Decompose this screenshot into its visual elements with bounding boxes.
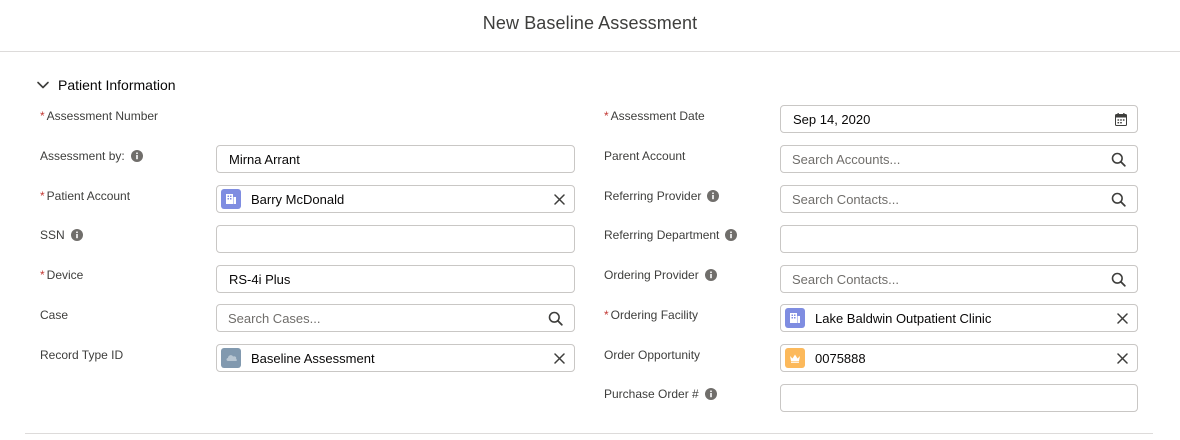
case-label: Case <box>40 308 68 322</box>
search-icon[interactable] <box>548 311 563 326</box>
referring-department-label: Referring Department <box>604 228 738 242</box>
info-icon[interactable] <box>130 150 143 162</box>
info-icon[interactable] <box>704 269 717 281</box>
parent-account-label-text: Parent Account <box>604 149 686 163</box>
crown-icon <box>785 348 805 368</box>
purchase-order-input[interactable] <box>780 384 1138 412</box>
referring-provider-search-input[interactable]: Search Contacts... <box>780 185 1138 213</box>
device-label-text: Device <box>46 268 84 282</box>
ordering-facility-label: * Ordering Facility <box>604 308 698 322</box>
assessment-date-label-text: Assessment Date <box>610 109 705 123</box>
assessment-number-label: * Assessment Number <box>40 109 158 123</box>
close-icon[interactable] <box>554 194 565 205</box>
close-icon[interactable] <box>554 353 565 364</box>
ordering-facility-value: Lake Baldwin Outpatient Clinic <box>815 310 992 326</box>
parent-account-placeholder: Search Accounts... <box>792 151 901 167</box>
section-title: Patient Information <box>58 77 176 93</box>
assessment-by-field[interactable]: Mirna Arrant <box>216 145 575 173</box>
order-opportunity-label-text: Order Opportunity <box>604 348 701 362</box>
assessment-date-value: Sep 14, 2020 <box>793 111 871 127</box>
section-divider <box>25 433 1153 434</box>
modal-title: New Baseline Assessment <box>482 13 698 33</box>
referring-department-input[interactable] <box>780 225 1138 253</box>
assessment-by-value: Mirna Arrant <box>229 151 300 167</box>
order-opportunity-lookup[interactable]: 0075888 <box>780 344 1138 372</box>
info-icon[interactable] <box>704 388 717 400</box>
patient-account-lookup[interactable]: Barry McDonald <box>216 185 575 213</box>
device-input[interactable]: RS-4i Plus <box>216 265 575 293</box>
parent-account-search-input[interactable]: Search Accounts... <box>780 145 1138 173</box>
ordering-facility-lookup[interactable]: Lake Baldwin Outpatient Clinic <box>780 304 1138 332</box>
ordering-provider-label-text: Ordering Provider <box>604 268 699 282</box>
patient-account-value: Barry McDonald <box>251 191 345 207</box>
order-opportunity-value: 0075888 <box>815 350 866 366</box>
required-marker: * <box>40 268 45 282</box>
info-icon[interactable] <box>707 190 720 202</box>
ssn-input[interactable] <box>216 225 575 253</box>
case-label-text: Case <box>40 308 69 322</box>
record-type-label: Record Type ID <box>40 348 123 362</box>
assessment-by-label: Assessment by: <box>40 149 143 163</box>
ordering-provider-label: Ordering Provider <box>604 268 717 282</box>
building-icon <box>221 189 241 209</box>
case-placeholder: Search Cases... <box>228 310 321 326</box>
assessment-number-label-text: Assessment Number <box>46 109 159 123</box>
close-icon[interactable] <box>1117 313 1128 324</box>
referring-provider-label: Referring Provider <box>604 189 720 203</box>
ssn-label-text: SSN <box>40 228 65 242</box>
modal-header: New Baseline Assessment <box>0 0 1180 52</box>
calendar-icon[interactable] <box>1115 113 1127 126</box>
ssn-label: SSN <box>40 228 83 242</box>
required-marker: * <box>604 308 609 322</box>
record-type-icon <box>221 348 241 368</box>
required-marker: * <box>40 109 45 123</box>
record-type-value: Baseline Assessment <box>251 350 375 366</box>
patient-account-label: * Patient Account <box>40 189 130 203</box>
order-opportunity-label: Order Opportunity <box>604 348 700 362</box>
device-value: RS-4i Plus <box>229 271 291 287</box>
info-icon[interactable] <box>70 229 83 241</box>
parent-account-label: Parent Account <box>604 149 685 163</box>
case-search-input[interactable]: Search Cases... <box>216 304 575 332</box>
purchase-order-label-text: Purchase Order # <box>604 387 699 401</box>
device-label: * Device <box>40 268 83 282</box>
record-type-lookup[interactable]: Baseline Assessment <box>216 344 575 372</box>
search-icon[interactable] <box>1111 192 1126 207</box>
search-icon[interactable] <box>1111 272 1126 287</box>
ordering-provider-search-input[interactable]: Search Contacts... <box>780 265 1138 293</box>
purchase-order-label: Purchase Order # <box>604 387 717 401</box>
assessment-date-label: * Assessment Date <box>604 109 705 123</box>
record-type-label-text: Record Type ID <box>40 348 124 362</box>
chevron-down-icon <box>37 81 49 89</box>
building-icon <box>785 308 805 328</box>
required-marker: * <box>604 109 609 123</box>
patient-account-label-text: Patient Account <box>46 189 131 203</box>
required-marker: * <box>40 189 45 203</box>
info-icon[interactable] <box>725 229 738 241</box>
referring-provider-label-text: Referring Provider <box>604 189 702 203</box>
ordering-provider-placeholder: Search Contacts... <box>792 271 899 287</box>
referring-provider-placeholder: Search Contacts... <box>792 191 899 207</box>
section-toggle[interactable]: Patient Information <box>36 75 176 95</box>
close-icon[interactable] <box>1117 353 1128 364</box>
assessment-date-input[interactable]: Sep 14, 2020 <box>780 105 1138 133</box>
ordering-facility-label-text: Ordering Facility <box>610 308 699 322</box>
assessment-by-label-text: Assessment by: <box>40 149 125 163</box>
search-icon[interactable] <box>1111 152 1126 167</box>
referring-department-label-text: Referring Department <box>604 228 720 242</box>
